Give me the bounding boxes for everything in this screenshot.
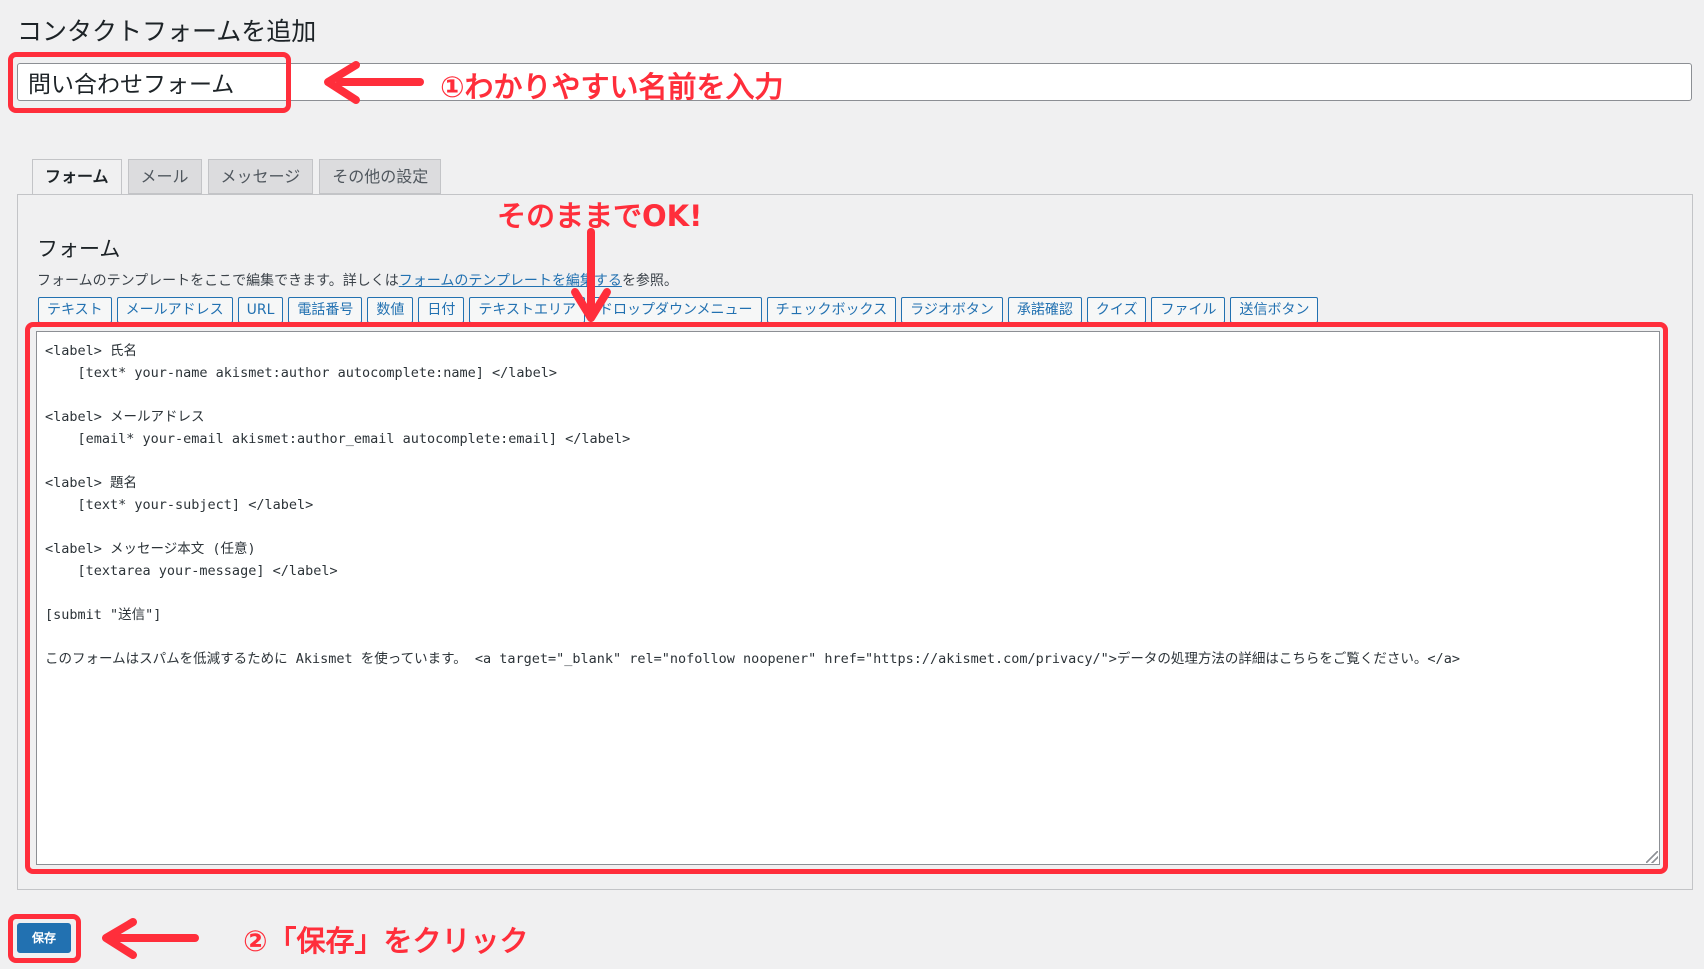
tab-additional-settings[interactable]: その他の設定 xyxy=(319,159,442,194)
tag-button-email[interactable]: メールアドレス xyxy=(116,297,233,323)
page-title: コンタクトフォームを追加 xyxy=(17,17,317,46)
annotation-step2: ②「保存」をクリック xyxy=(243,924,529,958)
tag-button-submit[interactable]: 送信ボタン xyxy=(1230,297,1319,323)
tag-button-url[interactable]: URL xyxy=(237,297,284,323)
arrow-left-icon xyxy=(102,918,199,959)
arrow-down-icon xyxy=(571,228,611,322)
annotation-step1: ①わかりやすい名前を入力 xyxy=(440,70,784,104)
arrow-left-icon xyxy=(324,61,424,104)
annotation-ok-note: そのままでOK! xyxy=(497,199,703,233)
tag-button-text[interactable]: テキスト xyxy=(38,297,112,323)
description-text-end: を参照。 xyxy=(621,273,678,289)
highlight-save-button xyxy=(8,914,81,963)
tab-bar: フォーム メール メッセージ その他の設定 xyxy=(32,159,442,195)
description-text: フォームのテンプレートをここで編集できます。詳しくは xyxy=(37,273,399,289)
tag-button-radio[interactable]: ラジオボタン xyxy=(901,297,1003,323)
tag-button-dropdown[interactable]: ドロップダウンメニュー xyxy=(589,297,762,323)
tag-button-tel[interactable]: 電話番号 xyxy=(288,297,363,323)
tag-button-acceptance[interactable]: 承諾確認 xyxy=(1007,297,1082,323)
section-heading: フォーム xyxy=(37,237,121,261)
tag-button-number[interactable]: 数値 xyxy=(367,297,414,323)
tag-button-textarea[interactable]: テキストエリア xyxy=(469,297,585,323)
tag-generator-bar: テキスト メールアドレス URL 電話番号 数値 日付 テキストエリア ドロップ… xyxy=(38,297,1319,323)
tag-button-quiz[interactable]: クイズ xyxy=(1086,297,1147,323)
tag-button-date[interactable]: 日付 xyxy=(418,297,465,323)
tag-button-file[interactable]: ファイル xyxy=(1151,297,1226,323)
tab-mail[interactable]: メール xyxy=(127,159,202,194)
tag-button-checkbox[interactable]: チェックボックス xyxy=(766,297,897,323)
tab-messages[interactable]: メッセージ xyxy=(207,159,314,194)
tab-form[interactable]: フォーム xyxy=(32,159,122,195)
highlight-title-box xyxy=(8,52,291,113)
highlight-editor-box xyxy=(25,322,1668,874)
